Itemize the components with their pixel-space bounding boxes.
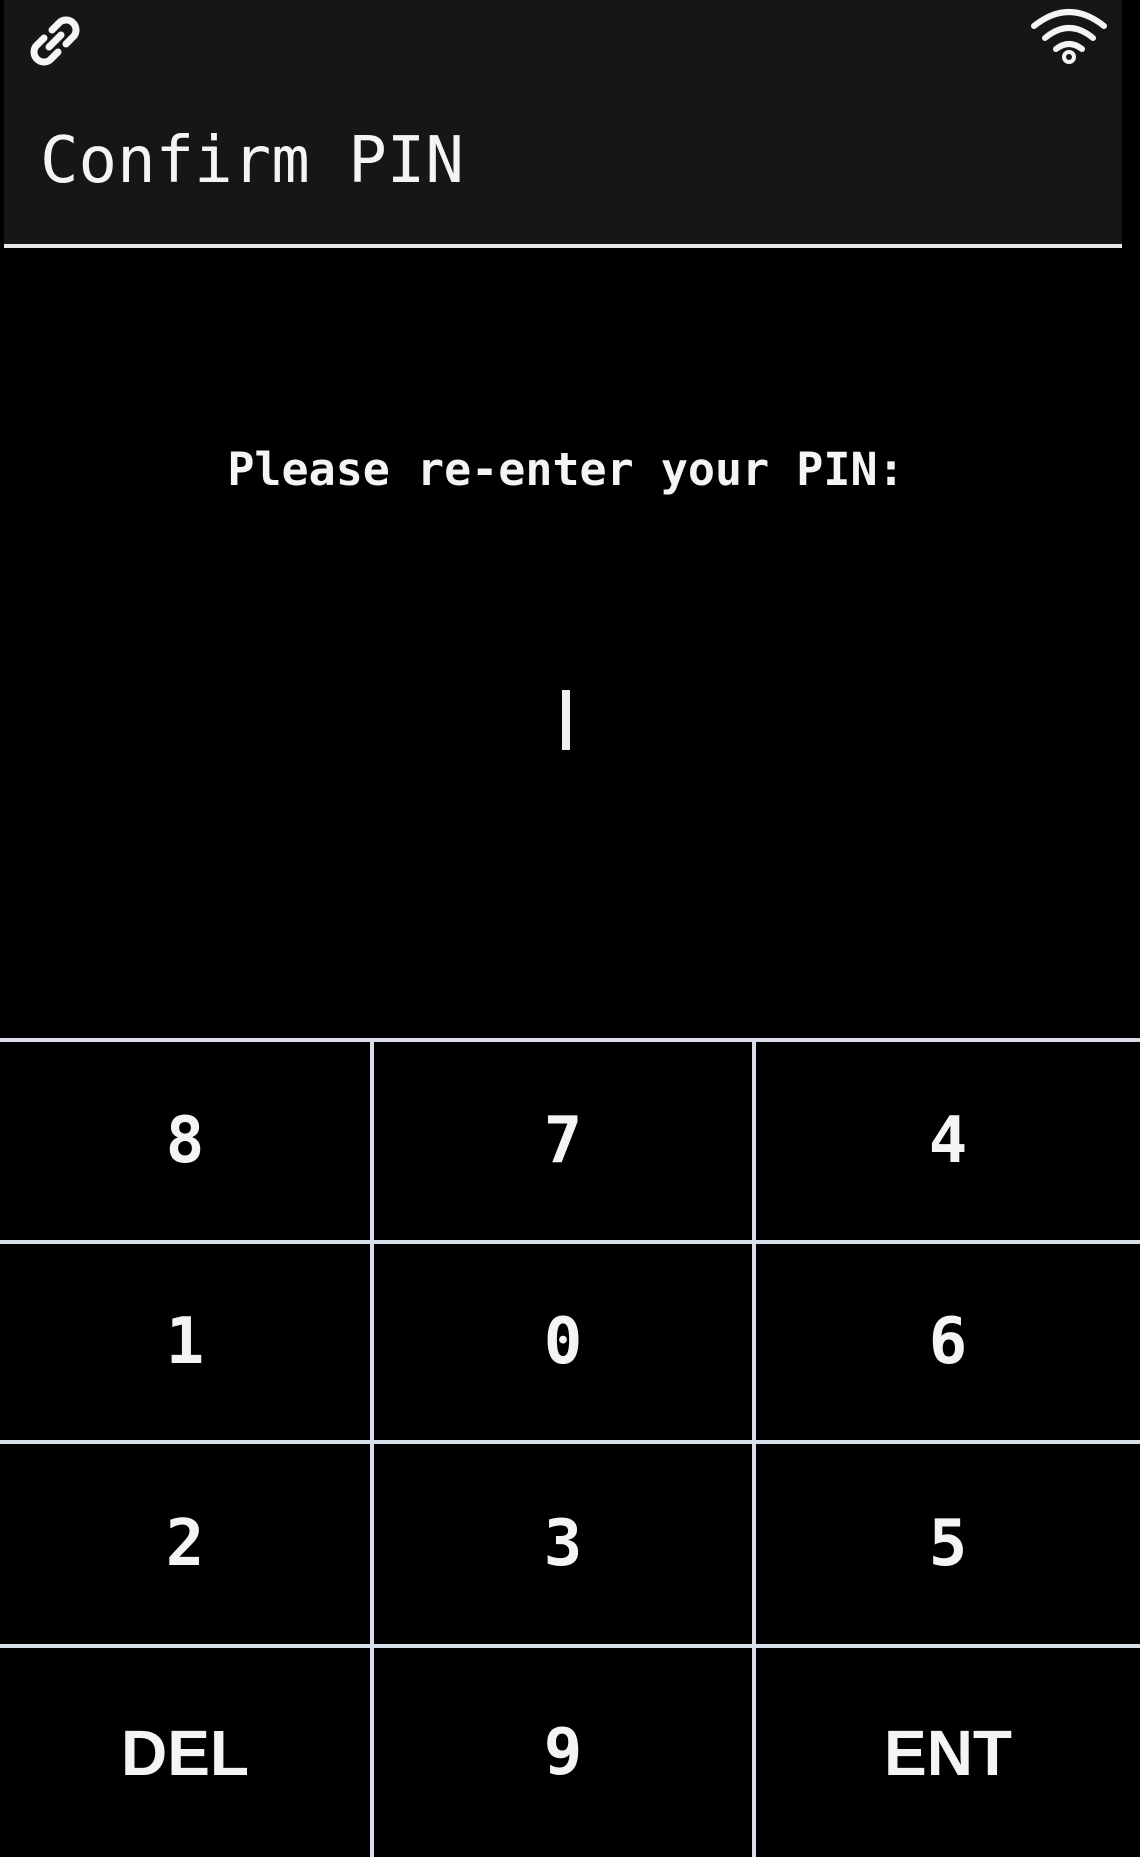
key-0[interactable]: 0 — [374, 1244, 752, 1440]
keypad-divider — [0, 1644, 1140, 1648]
key-8[interactable]: 8 — [0, 1042, 370, 1240]
key-9[interactable]: 9 — [374, 1648, 752, 1857]
key-4[interactable]: 4 — [756, 1042, 1140, 1240]
pin-entry-screen: Confirm PIN Please re-enter your PIN: 8 … — [0, 0, 1140, 1857]
pin-input[interactable] — [410, 660, 720, 790]
key-1[interactable]: 1 — [0, 1244, 370, 1440]
wifi-icon — [1031, 9, 1107, 64]
key-5[interactable]: 5 — [756, 1444, 1140, 1644]
keypad-divider — [0, 1240, 1140, 1244]
key-3[interactable]: 3 — [374, 1444, 752, 1644]
page-title: Confirm PIN — [40, 124, 464, 198]
key-6[interactable]: 6 — [756, 1244, 1140, 1440]
keypad: 8 7 4 1 0 6 2 3 5 DEL 9 ENT — [0, 1038, 1140, 1857]
keypad-divider — [752, 1042, 756, 1857]
key-2[interactable]: 2 — [0, 1444, 370, 1644]
pin-prompt: Please re-enter your PIN: — [227, 443, 905, 496]
link-icon — [30, 16, 80, 66]
text-cursor — [562, 690, 570, 750]
delete-button[interactable]: DEL — [0, 1648, 370, 1857]
key-7[interactable]: 7 — [374, 1042, 752, 1240]
header-bar: Confirm PIN — [4, 0, 1122, 248]
keypad-divider — [0, 1440, 1140, 1444]
keypad-divider — [370, 1042, 374, 1857]
enter-button[interactable]: ENT — [756, 1648, 1140, 1857]
